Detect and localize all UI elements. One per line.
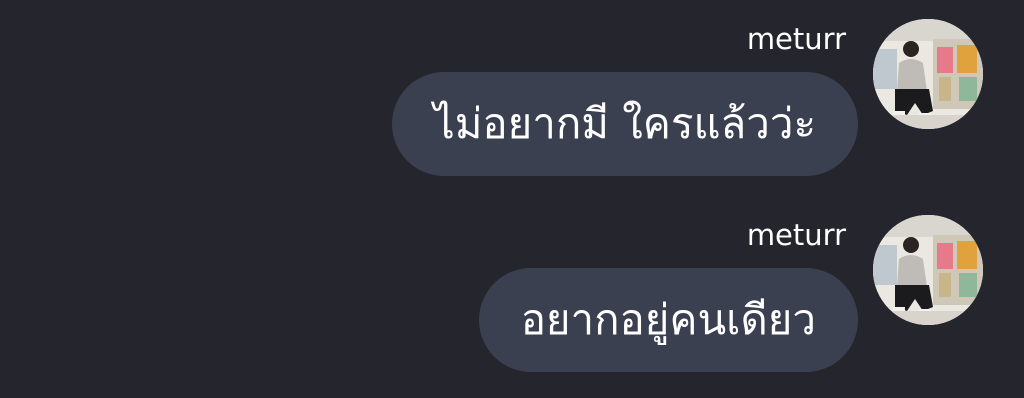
- avatar[interactable]: [873, 19, 983, 129]
- message-text: อยากอยู่คนเดียว: [520, 295, 816, 344]
- user-photo-avatar-icon: [873, 19, 983, 129]
- message-text: ไม่อยากมี ใครแล้วว่ะ: [433, 99, 816, 148]
- sender-name: meturr: [746, 218, 846, 252]
- user-photo-avatar-icon: [873, 215, 983, 325]
- message-bubble[interactable]: ไม่อยากมี ใครแล้วว่ะ: [391, 72, 858, 176]
- message-bubble[interactable]: อยากอยู่คนเดียว: [478, 268, 858, 372]
- avatar[interactable]: [873, 215, 983, 325]
- chat-thread: meturr ไม่อยากมี ใครแล้วว่ะ meturr อยากอ…: [0, 0, 1024, 398]
- sender-name: meturr: [746, 22, 846, 56]
